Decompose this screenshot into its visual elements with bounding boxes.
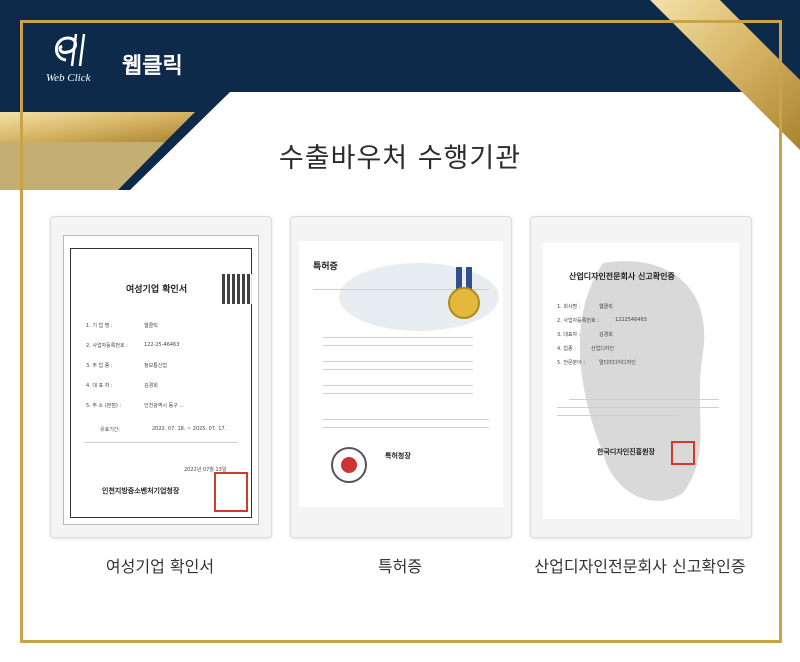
field-label: 4. 업종 : <box>557 346 576 352</box>
valid-value: 2022. 07. 18. ~ 2025. 07. 17. <box>152 426 227 432</box>
page-title: 수출바우처 수행기관 <box>278 143 522 174</box>
issuer-name: 인천지방중소벤처기업청장 <box>102 487 180 495</box>
doc-title: 여성기업 확인서 <box>126 285 188 295</box>
official-seal-icon <box>214 472 248 512</box>
korea-map-watermark-icon <box>579 261 705 501</box>
valid-label: 유효기간: <box>100 427 121 433</box>
gold-seal-icon <box>448 267 480 319</box>
field-value: 웹클릭 <box>144 323 158 329</box>
field-value: 멀티미디어디자인 <box>599 360 636 366</box>
official-seal-icon <box>671 441 695 465</box>
certificate-image: 특허증 특허청장 <box>299 241 503 507</box>
field-label: 1. 기 업 명 : <box>86 323 113 329</box>
field-label: 4. 대 표 자 : <box>86 383 113 389</box>
logo-mark-icon: Web Click <box>46 30 104 86</box>
field-value: 김경희 <box>144 383 158 389</box>
issuer-name: 한국디자인진흥원장 <box>597 448 655 456</box>
field-label: 3. 대표자 : <box>557 332 581 338</box>
certificate-image: 여성기업 확인서 1. 기 업 명 : 웹클릭 2. 사업자등록번호 : 122… <box>63 235 259 525</box>
qr-code-icon <box>222 274 252 304</box>
card-caption: 산업디자인전문회사 신고확인증 <box>534 557 746 576</box>
field-value: 김경희 <box>599 332 613 338</box>
field-label: 2. 사업자등록번호 : <box>557 318 599 324</box>
field-value: 122-25-46463 <box>144 342 180 348</box>
certificate-card[interactable]: 여성기업 확인서 1. 기 업 명 : 웹클릭 2. 사업자등록번호 : 122… <box>50 216 272 538</box>
certificate-card[interactable]: 특허증 특허청장 <box>290 216 512 538</box>
field-value: 1222546463 <box>615 317 647 323</box>
field-label: 5. 주 소 (본점) : <box>86 403 122 409</box>
field-value: 정보통신업 <box>144 363 168 369</box>
field-value: 산업디자인 <box>591 346 615 352</box>
certificate-image: 산업디자인전문회사 신고확인증 1. 회사명 : 웹클릭 2. 사업자등록번호 … <box>543 243 739 519</box>
brand-logo[interactable]: Web Click 웹클릭 <box>46 30 183 86</box>
field-value: 인천광역시 동구 ... <box>144 403 185 409</box>
issuer-name: 특허청장 <box>385 452 411 460</box>
certificate-card[interactable]: 산업디자인전문회사 신고확인증 1. 회사명 : 웹클릭 2. 사업자등록번호 … <box>530 216 752 538</box>
card-caption: 여성기업 확인서 <box>105 557 215 576</box>
field-label: 3. 주 업 종 : <box>86 363 113 369</box>
field-label: 1. 회사명 : <box>557 304 581 310</box>
brand-name: 웹클릭 <box>122 54 183 79</box>
field-value: 웹클릭 <box>599 304 613 310</box>
card-caption: 특허증 <box>377 557 423 576</box>
doc-title: 산업디자인전문회사 신고확인증 <box>569 272 675 281</box>
kipo-emblem-icon <box>331 447 367 483</box>
logo-subtitle: Web Click <box>46 72 91 84</box>
doc-title: 특허증 <box>313 262 338 272</box>
field-label: 5. 전문분야 : <box>557 360 586 366</box>
field-label: 2. 사업자등록번호 : <box>86 343 128 349</box>
